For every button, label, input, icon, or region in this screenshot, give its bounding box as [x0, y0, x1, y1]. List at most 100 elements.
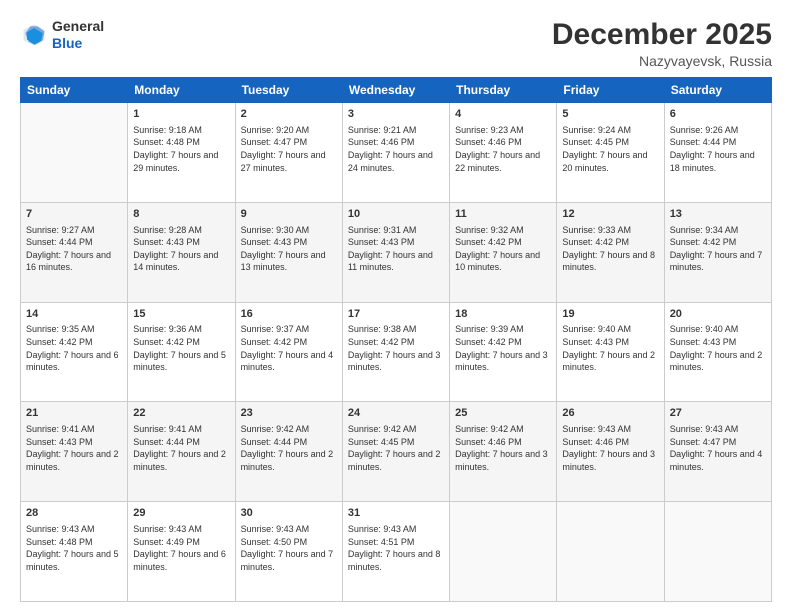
day-number: 10 [348, 207, 444, 222]
calendar-cell: 9Sunrise: 9:30 AMSunset: 4:43 PMDaylight… [235, 202, 342, 302]
logo-general: General [52, 18, 104, 35]
day-info: Sunrise: 9:37 AMSunset: 4:42 PMDaylight:… [241, 323, 337, 373]
calendar-cell: 15Sunrise: 9:36 AMSunset: 4:42 PMDayligh… [128, 302, 235, 402]
day-number: 9 [241, 207, 337, 222]
day-number: 21 [26, 406, 122, 421]
calendar-cell: 24 Sunrise: 9:42 AMSunset: 4:45 PMDayligh… [342, 402, 449, 502]
day-info: Sunrise: 9:24 AMSunset: 4:45 PMDaylight:… [562, 124, 658, 174]
day-number: 22 [133, 406, 229, 421]
day-info: Sunrise: 9:41 AMSunset: 4:44 PMDaylight:… [133, 423, 229, 473]
calendar-week-row: 1Sunrise: 9:18 AMSunset: 4:48 PMDaylight… [21, 103, 772, 203]
logo: General Blue [20, 18, 104, 52]
calendar-cell: 27 Sunrise: 9:43 AMSunset: 4:47 PMDayligh… [664, 402, 771, 502]
day-info: Sunrise: 9:27 AMSunset: 4:44 PMDaylight:… [26, 224, 122, 274]
day-number: 25 [455, 406, 551, 421]
day-number: 19 [562, 307, 658, 322]
day-number: 11 [455, 207, 551, 222]
day-info: Sunrise: 9:34 AMSunset: 4:42 PMDaylight:… [670, 224, 766, 274]
day-number: 12 [562, 207, 658, 222]
header: General Blue December 2025 Nazyvayevsk, … [20, 18, 772, 69]
calendar-cell: 12Sunrise: 9:33 AMSunset: 4:42 PMDayligh… [557, 202, 664, 302]
day-info: Sunrise: 9:43 AMSunset: 4:51 PMDaylight:… [348, 523, 444, 573]
calendar-cell: 31 Sunrise: 9:43 AMSunset: 4:51 PMDayligh… [342, 502, 449, 602]
calendar-cell [450, 502, 557, 602]
day-header-thursday: Thursday [450, 78, 557, 103]
day-number: 18 [455, 307, 551, 322]
day-number: 3 [348, 107, 444, 122]
day-info: Sunrise: 9:42 AMSunset: 4:45 PMDaylight:… [348, 423, 444, 473]
day-number: 15 [133, 307, 229, 322]
day-number: 8 [133, 207, 229, 222]
day-number: 27 [670, 406, 766, 421]
calendar-cell [557, 502, 664, 602]
day-header-sunday: Sunday [21, 78, 128, 103]
day-number: 13 [670, 207, 766, 222]
day-info: Sunrise: 9:43 AMSunset: 4:46 PMDaylight:… [562, 423, 658, 473]
day-header-tuesday: Tuesday [235, 78, 342, 103]
day-number: 1 [133, 107, 229, 122]
title-block: December 2025 Nazyvayevsk, Russia [552, 18, 772, 69]
calendar-cell: 14Sunrise: 9:35 AMSunset: 4:42 PMDayligh… [21, 302, 128, 402]
day-info: Sunrise: 9:42 AMSunset: 4:46 PMDaylight:… [455, 423, 551, 473]
day-info: Sunrise: 9:26 AMSunset: 4:44 PMDaylight:… [670, 124, 766, 174]
day-number: 23 [241, 406, 337, 421]
calendar-week-row: 21 Sunrise: 9:41 AMSunset: 4:43 PMDayligh… [21, 402, 772, 502]
day-info: Sunrise: 9:40 AMSunset: 4:43 PMDaylight:… [562, 323, 658, 373]
calendar-header-row: SundayMondayTuesdayWednesdayThursdayFrid… [21, 78, 772, 103]
day-header-wednesday: Wednesday [342, 78, 449, 103]
calendar-cell: 23 Sunrise: 9:42 AMSunset: 4:44 PMDayligh… [235, 402, 342, 502]
day-info: Sunrise: 9:43 AMSunset: 4:49 PMDaylight:… [133, 523, 229, 573]
calendar-cell [21, 103, 128, 203]
day-info: Sunrise: 9:36 AMSunset: 4:42 PMDaylight:… [133, 323, 229, 373]
day-info: Sunrise: 9:38 AMSunset: 4:42 PMDaylight:… [348, 323, 444, 373]
calendar-cell: 26 Sunrise: 9:43 AMSunset: 4:46 PMDayligh… [557, 402, 664, 502]
day-info: Sunrise: 9:21 AMSunset: 4:46 PMDaylight:… [348, 124, 444, 174]
day-header-saturday: Saturday [664, 78, 771, 103]
day-info: Sunrise: 9:42 AMSunset: 4:44 PMDaylight:… [241, 423, 337, 473]
calendar-cell: 13 Sunrise: 9:34 AMSunset: 4:42 PMDayligh… [664, 202, 771, 302]
calendar-cell: 8Sunrise: 9:28 AMSunset: 4:43 PMDaylight… [128, 202, 235, 302]
day-number: 2 [241, 107, 337, 122]
day-number: 17 [348, 307, 444, 322]
calendar-cell: 6 Sunrise: 9:26 AMSunset: 4:44 PMDaylight… [664, 103, 771, 203]
day-info: Sunrise: 9:41 AMSunset: 4:43 PMDaylight:… [26, 423, 122, 473]
calendar-cell: 25 Sunrise: 9:42 AMSunset: 4:46 PMDayligh… [450, 402, 557, 502]
day-number: 14 [26, 307, 122, 322]
calendar-cell [664, 502, 771, 602]
day-info: Sunrise: 9:20 AMSunset: 4:47 PMDaylight:… [241, 124, 337, 174]
calendar-cell: 11Sunrise: 9:32 AMSunset: 4:42 PMDayligh… [450, 202, 557, 302]
logo-icon [20, 21, 48, 49]
day-number: 16 [241, 307, 337, 322]
calendar-cell: 4Sunrise: 9:23 AMSunset: 4:46 PMDaylight… [450, 103, 557, 203]
calendar-cell: 3 Sunrise: 9:21 AMSunset: 4:46 PMDaylight… [342, 103, 449, 203]
day-number: 24 [348, 406, 444, 421]
day-number: 5 [562, 107, 658, 122]
day-number: 28 [26, 506, 122, 521]
calendar-week-row: 7 Sunrise: 9:27 AMSunset: 4:44 PMDaylight… [21, 202, 772, 302]
calendar-table: SundayMondayTuesdayWednesdayThursdayFrid… [20, 77, 772, 602]
day-number: 29 [133, 506, 229, 521]
calendar-week-row: 14Sunrise: 9:35 AMSunset: 4:42 PMDayligh… [21, 302, 772, 402]
day-number: 26 [562, 406, 658, 421]
day-number: 30 [241, 506, 337, 521]
day-number: 6 [670, 107, 766, 122]
calendar-cell: 20Sunrise: 9:40 AMSunset: 4:43 PMDayligh… [664, 302, 771, 402]
calendar-cell: 28 Sunrise: 9:43 AMSunset: 4:48 PMDayligh… [21, 502, 128, 602]
day-number: 31 [348, 506, 444, 521]
calendar-cell: 10Sunrise: 9:31 AMSunset: 4:43 PMDayligh… [342, 202, 449, 302]
day-info: Sunrise: 9:43 AMSunset: 4:48 PMDaylight:… [26, 523, 122, 573]
day-info: Sunrise: 9:39 AMSunset: 4:42 PMDaylight:… [455, 323, 551, 373]
calendar-cell: 21 Sunrise: 9:41 AMSunset: 4:43 PMDayligh… [21, 402, 128, 502]
page: General Blue December 2025 Nazyvayevsk, … [0, 0, 792, 612]
calendar-week-row: 28 Sunrise: 9:43 AMSunset: 4:48 PMDayligh… [21, 502, 772, 602]
calendar-cell: 29 Sunrise: 9:43 AMSunset: 4:49 PMDayligh… [128, 502, 235, 602]
calendar-cell: 30 Sunrise: 9:43 AMSunset: 4:50 PMDayligh… [235, 502, 342, 602]
day-number: 7 [26, 207, 122, 222]
calendar-cell: 1Sunrise: 9:18 AMSunset: 4:48 PMDaylight… [128, 103, 235, 203]
day-info: Sunrise: 9:43 AMSunset: 4:47 PMDaylight:… [670, 423, 766, 473]
calendar-cell: 16Sunrise: 9:37 AMSunset: 4:42 PMDayligh… [235, 302, 342, 402]
calendar-cell: 5 Sunrise: 9:24 AMSunset: 4:45 PMDaylight… [557, 103, 664, 203]
calendar-cell: 17Sunrise: 9:38 AMSunset: 4:42 PMDayligh… [342, 302, 449, 402]
day-info: Sunrise: 9:43 AMSunset: 4:50 PMDaylight:… [241, 523, 337, 573]
logo-blue: Blue [52, 35, 104, 52]
